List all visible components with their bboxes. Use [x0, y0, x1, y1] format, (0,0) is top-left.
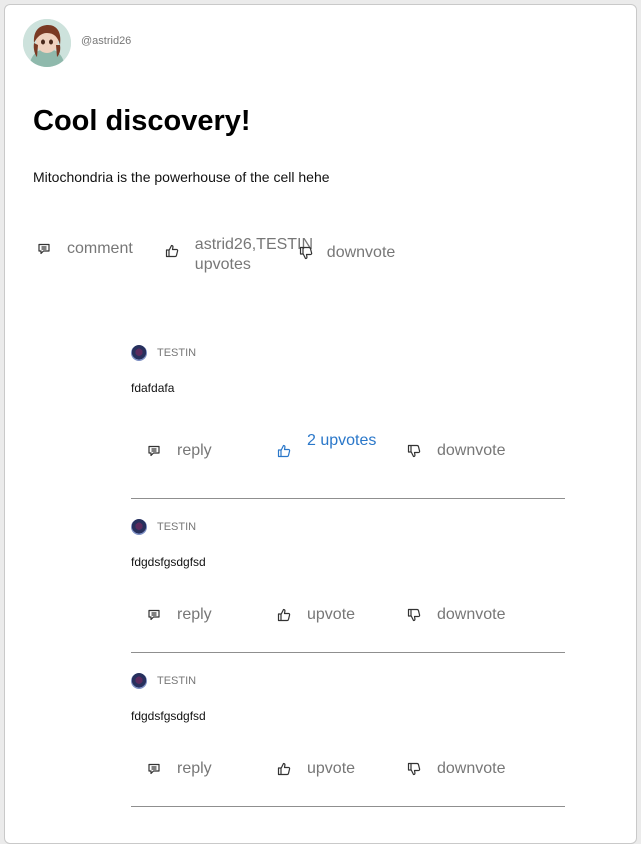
post-author: @astrid26 [23, 19, 131, 67]
post-title: Cool discovery! [33, 105, 251, 137]
post-actions: comment astrid26,TESTIN upvotes downvote [37, 235, 395, 275]
thumbs-down-icon [299, 246, 313, 260]
comment-divider [131, 498, 565, 499]
comment-divider [131, 652, 565, 653]
thumbs-up-icon [277, 444, 291, 458]
downvote-label: downvote [437, 606, 506, 623]
downvote-button[interactable]: downvote [407, 759, 506, 779]
upvote-label: upvote [307, 760, 356, 777]
comment-actions: reply upvote downvote [147, 759, 506, 779]
commenter-name[interactable]: TESTIN [157, 521, 196, 533]
reply-label: reply [177, 442, 212, 459]
downvote-button[interactable]: downvote [299, 243, 396, 263]
upvote-label: 2 upvotes [307, 432, 377, 449]
thumbs-up-icon [277, 762, 291, 776]
reply-button[interactable]: reply [147, 605, 277, 625]
comment-icon [147, 762, 161, 776]
thumbs-down-icon [407, 608, 421, 622]
downvote-button[interactable]: downvote [407, 605, 506, 625]
comment-text: fdgdsfgsdgfsd [131, 709, 206, 723]
upvote-button[interactable]: upvote [277, 605, 407, 625]
comment-header: TESTIN [131, 519, 565, 535]
comment-header: TESTIN [131, 673, 565, 689]
commenter-name[interactable]: TESTIN [157, 347, 196, 359]
upvote-button[interactable]: upvote [277, 759, 407, 779]
downvote-label: downvote [326, 244, 396, 261]
comment-text: fdgdsfgsdgfsd [131, 555, 206, 569]
comment-icon [147, 608, 161, 622]
thumbs-up-icon [277, 608, 291, 622]
thumbs-down-icon [407, 444, 421, 458]
reply-button[interactable]: reply [147, 759, 277, 779]
comment-text: fdafdafa [131, 381, 175, 395]
thumbs-down-icon [407, 762, 421, 776]
comment-actions: reply 2 upvotes downvote [147, 431, 506, 461]
comment-header: TESTIN [131, 345, 565, 361]
commenter-name[interactable]: TESTIN [157, 675, 196, 687]
upvote-button[interactable]: 2 upvotes [277, 431, 407, 458]
author-username[interactable]: @astrid26 [81, 35, 131, 47]
downvote-button[interactable]: downvote [407, 441, 506, 461]
comment-divider [131, 806, 565, 807]
comment-icon [37, 242, 51, 256]
downvote-label: downvote [437, 442, 506, 459]
comment-label: comment [67, 240, 133, 257]
commenter-avatar[interactable] [131, 519, 147, 535]
author-avatar[interactable] [23, 19, 71, 67]
comment-button[interactable]: comment [37, 239, 133, 259]
comment-actions: reply upvote downvote [147, 605, 506, 625]
post-body: Mitochondria is the powerhouse of the ce… [33, 169, 330, 185]
reply-label: reply [177, 606, 212, 623]
post-card: @astrid26 Cool discovery! Mitochondria i… [4, 4, 637, 844]
upvote-button[interactable]: astrid26,TESTIN upvotes [165, 235, 319, 275]
commenter-avatar[interactable] [131, 345, 147, 361]
comment-item: TESTIN fdgdsfgsdgfsd reply upvote downvo [131, 519, 565, 653]
reply-label: reply [177, 760, 212, 777]
comment-icon [147, 444, 161, 458]
downvote-label: downvote [437, 760, 506, 777]
comment-item: TESTIN fdafdafa reply 2 upvotes downvote [131, 345, 565, 499]
commenter-avatar[interactable] [131, 673, 147, 689]
reply-button[interactable]: reply [147, 441, 277, 461]
upvote-label: upvote [307, 606, 356, 623]
comment-item: TESTIN fdgdsfgsdgfsd reply upvote downvo [131, 673, 565, 807]
thumbs-up-icon [165, 244, 179, 258]
